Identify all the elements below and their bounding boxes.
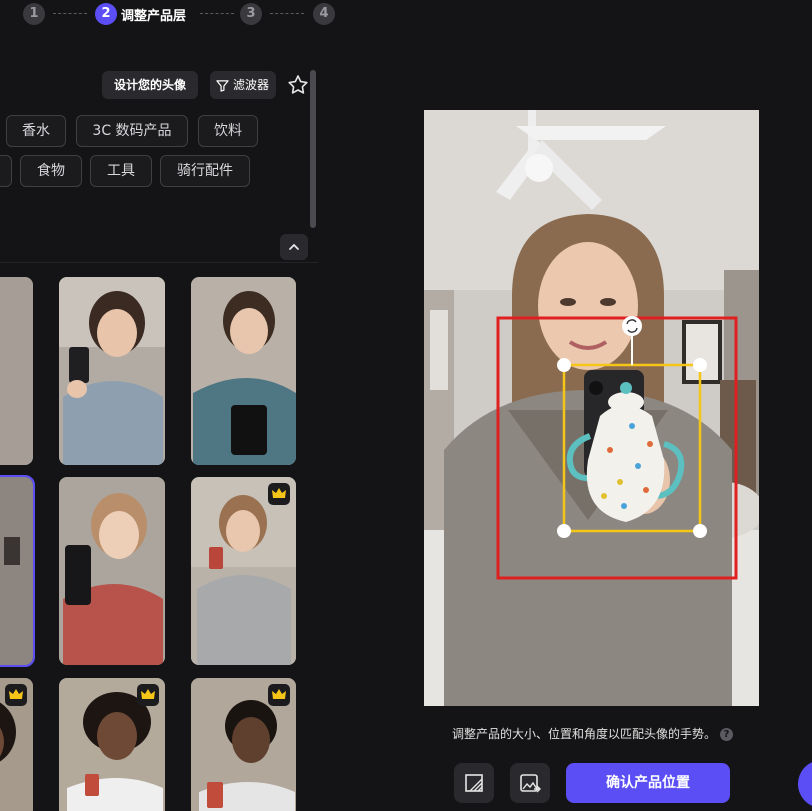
- category-chip[interactable]: 骑行配件: [160, 155, 250, 187]
- avatar-thumbnail-selected[interactable]: [0, 475, 35, 667]
- category-chip[interactable]: 3C 数码产品: [76, 115, 188, 147]
- premium-badge: [137, 684, 159, 706]
- collapse-button[interactable]: [280, 234, 308, 260]
- confirm-product-position-button[interactable]: 确认产品位置: [566, 763, 730, 803]
- crown-icon: [272, 488, 286, 498]
- avatar-thumbnail[interactable]: [191, 277, 296, 465]
- step-4[interactable]: 4: [313, 3, 335, 25]
- floating-action-button[interactable]: [798, 760, 812, 808]
- help-icon[interactable]: ?: [720, 728, 734, 741]
- filter-label: 滤波器: [233, 78, 270, 92]
- premium-badge: [268, 684, 290, 706]
- star-icon[interactable]: [286, 73, 310, 97]
- category-chip-clipped[interactable]: [0, 155, 12, 187]
- avatar-preview: [424, 110, 759, 706]
- image-swap-icon: [520, 774, 541, 793]
- editor-caption: 调整产品的大小、位置和角度以匹配头像的手势。?: [452, 725, 734, 742]
- filter-button[interactable]: 滤波器: [210, 71, 276, 99]
- premium-badge: [5, 684, 27, 706]
- avatar-thumbnail[interactable]: [0, 277, 33, 465]
- editor-canvas[interactable]: [424, 110, 759, 706]
- replace-image-button[interactable]: [510, 763, 550, 803]
- avatar-thumbnail[interactable]: [59, 277, 165, 465]
- step-2[interactable]: 2: [95, 3, 117, 25]
- scrollbar[interactable]: [310, 70, 316, 228]
- remove-background-button[interactable]: [454, 763, 494, 803]
- step-1[interactable]: 1: [23, 3, 45, 25]
- filter-icon: [216, 80, 229, 92]
- layer-mask-icon: [465, 774, 483, 792]
- avatar-thumbnail-premium[interactable]: [59, 678, 165, 811]
- stepper: 1 2 调整产品层 3 4: [0, 0, 350, 30]
- crown-icon: [9, 689, 23, 699]
- step-3[interactable]: 3: [240, 3, 262, 25]
- chevron-up-icon: [289, 243, 299, 250]
- caption-text: 调整产品的大小、位置和角度以匹配头像的手势。: [452, 727, 717, 741]
- category-chip[interactable]: 食物: [20, 155, 82, 187]
- crown-icon: [272, 689, 286, 699]
- step-connector: [53, 13, 87, 14]
- avatar-thumbnail-premium[interactable]: [191, 678, 296, 811]
- premium-badge: [268, 483, 290, 505]
- step-connector: [200, 13, 234, 14]
- category-chip[interactable]: 工具: [90, 155, 152, 187]
- crown-icon: [141, 689, 155, 699]
- design-avatar-button[interactable]: 设计您的头像: [102, 71, 198, 99]
- category-chip[interactable]: 饮料: [198, 115, 258, 147]
- step-connector: [270, 13, 304, 14]
- avatar-thumbnail[interactable]: [59, 477, 165, 665]
- avatar-thumbnail-premium[interactable]: [0, 678, 33, 811]
- avatar-thumbnail-premium[interactable]: [191, 477, 296, 665]
- divider: [0, 262, 318, 263]
- category-chip[interactable]: 香水: [6, 115, 66, 147]
- step-2-label: 调整产品层: [121, 9, 187, 24]
